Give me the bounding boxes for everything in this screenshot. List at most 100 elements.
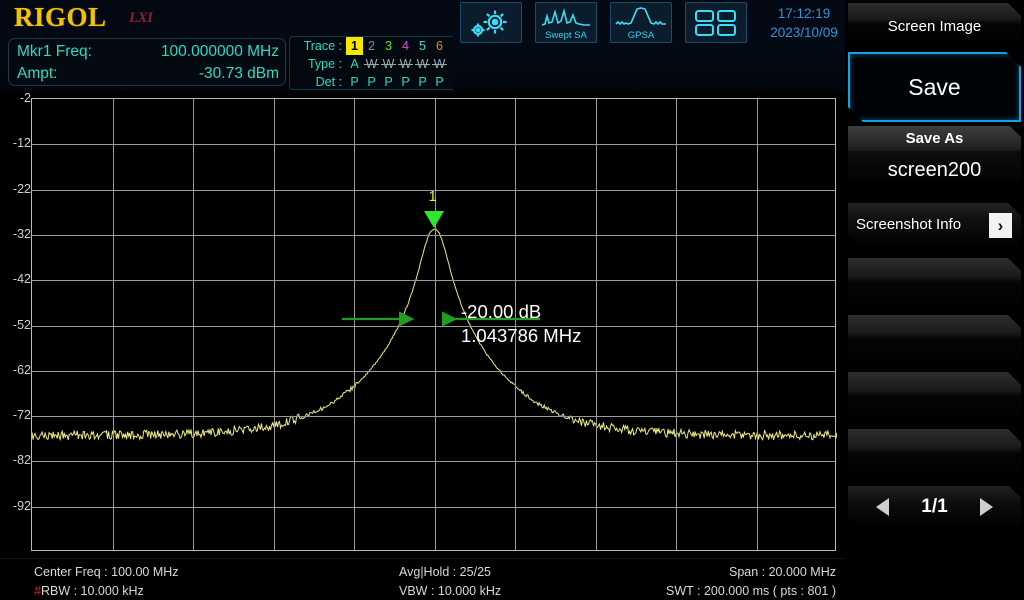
marker-freq-label: Mkr1 Freq:	[17, 41, 137, 63]
y-axis-tick-label: -82	[3, 454, 31, 466]
grid-vline	[274, 99, 275, 550]
y-axis-tick-label: -42	[3, 273, 31, 285]
center-freq-status: Center Freq : 100.00 MHz	[34, 562, 179, 582]
trace-number-3[interactable]: 3	[380, 37, 397, 55]
gpsa-label: GPSA	[611, 30, 671, 41]
swt-status: SWT : 200.000 ms ( pts : 801 )	[666, 581, 836, 600]
y-axis-tick-label: -52	[3, 319, 31, 331]
trace-number-5[interactable]: 5	[414, 37, 431, 55]
trace-type-2: W	[363, 55, 380, 73]
marker-ampt-label: Ampt:	[17, 63, 137, 85]
y-axis-tick-label: -62	[3, 364, 31, 376]
lxi-logo: LXI	[129, 10, 153, 27]
grid-hline	[32, 144, 835, 145]
trace-det-4: P	[397, 73, 414, 91]
trace-row: Trace : 123456	[290, 37, 454, 55]
settings-button[interactable]	[460, 2, 522, 43]
trace-det-2: P	[363, 73, 380, 91]
pager-page-number: 1/1	[848, 486, 1021, 528]
trace-det-values: PPPPPP	[346, 73, 454, 91]
softkey-screen-image[interactable]: Screen Image	[848, 3, 1021, 49]
save-as-group[interactable]: Save As screen200	[848, 126, 1021, 189]
clock-date: 2023/10/09	[760, 23, 848, 42]
marker-readout-panel[interactable]: Mkr1 Freq: 100.000000 MHz Ampt: -30.73 d…	[8, 38, 286, 86]
rigol-logo: RIGOL	[14, 2, 107, 33]
softkey-empty-3[interactable]	[848, 372, 1021, 425]
softkey-save-label: Save	[908, 74, 960, 101]
window-layout-button[interactable]	[685, 2, 747, 43]
trace-det-label: Det :	[290, 73, 342, 91]
vbw-status: VBW : 10.000 kHz	[399, 581, 501, 600]
spectrum-plot-area[interactable]: -2-12-22-32-42-52-62-72-82-92 dBm 1 -20.…	[0, 92, 845, 558]
header-bar: RIGOL LXI Mkr1 Freq: 100.000000 MHz Ampt…	[0, 0, 845, 92]
chevron-right-icon[interactable]	[980, 498, 993, 516]
clock: 17:12:19 2023/10/09	[760, 4, 848, 42]
softkey-sidebar: Screen Image Save Save As screen200 Scre…	[845, 0, 1024, 600]
trace-type-row: Type : AWWWWW	[290, 55, 454, 73]
trace-det-5: P	[414, 73, 431, 91]
swept-sa-icon	[541, 6, 591, 28]
softkey-screenshot-info-label: Screenshot Info	[856, 203, 961, 247]
softkey-empty-2[interactable]	[848, 315, 1021, 368]
rbw-status: #RBW : 10.000 kHz	[34, 581, 144, 600]
save-as-value[interactable]: screen200	[848, 151, 1021, 189]
y-axis-tick-label: -92	[3, 500, 31, 512]
marker-1-triangle-icon[interactable]	[424, 211, 444, 228]
trace-status-panel[interactable]: Trace : 123456 Type : AWWWWW Det : PPPPP…	[289, 36, 453, 90]
grid-vline	[193, 99, 194, 550]
grid-hline	[32, 235, 835, 236]
grid-vline	[676, 99, 677, 550]
grid-vline	[757, 99, 758, 550]
save-as-label: Save As	[848, 126, 1021, 151]
trace-number-6[interactable]: 6	[431, 37, 448, 55]
trace-type-values: AWWWWW	[346, 55, 454, 73]
bottom-status-bar: Center Freq : 100.00 MHz #RBW : 10.000 k…	[0, 558, 845, 600]
grid-hline	[32, 507, 835, 508]
trace-type-4: W	[397, 55, 414, 73]
grid-hline	[32, 461, 835, 462]
marker-freq-value: 100.000000 MHz	[133, 41, 279, 63]
trace-type-6: W	[431, 55, 448, 73]
trace-type-3: W	[380, 55, 397, 73]
softkey-pager[interactable]: 1/1	[848, 486, 1021, 528]
trace-det-6: P	[431, 73, 448, 91]
chevron-right-icon[interactable]: ›	[989, 213, 1012, 238]
y-axis-tick-label: -22	[3, 183, 31, 195]
gpsa-button[interactable]: GPSA	[610, 2, 672, 43]
trace-numbers[interactable]: 123456	[346, 37, 454, 55]
trace-type-1: A	[346, 55, 363, 73]
ndb-bandwidth-text: 1.043786 MHz	[461, 325, 581, 347]
y-axis-tick-label: -12	[3, 137, 31, 149]
trace-number-4[interactable]: 4	[397, 37, 414, 55]
softkey-screen-image-label: Screen Image	[888, 18, 981, 35]
swept-sa-button[interactable]: Swept SA	[535, 2, 597, 43]
grid-hline	[32, 371, 835, 372]
gpsa-icon	[615, 6, 667, 28]
rbw-manual-flag: #	[34, 584, 41, 598]
ndb-level-text: -20.00 dB	[461, 301, 541, 323]
trace-det-1: P	[346, 73, 363, 91]
grid-hline	[32, 280, 835, 281]
softkey-save[interactable]: Save	[848, 52, 1021, 122]
y-axis-tick-label: -72	[3, 409, 31, 421]
trace-number-1[interactable]: 1	[346, 37, 363, 55]
softkey-empty-4[interactable]	[848, 429, 1021, 482]
trace-det-row: Det : PPPPPP	[290, 73, 454, 91]
rbw-status-text: RBW : 10.000 kHz	[41, 584, 144, 598]
trace-number-2[interactable]: 2	[363, 37, 380, 55]
y-axis: -2-12-22-32-42-52-62-72-82-92	[0, 98, 31, 551]
avg-hold-status: Avg|Hold : 25/25	[399, 562, 491, 582]
settings-gears-icon	[468, 7, 514, 41]
marker-ampt-value: -30.73 dBm	[133, 63, 279, 85]
marker-1-number: 1	[429, 188, 437, 205]
trace-type-5: W	[414, 55, 431, 73]
window-tiles-icon	[695, 10, 737, 36]
clock-time: 17:12:19	[760, 4, 848, 23]
y-axis-tick-label: -32	[3, 228, 31, 240]
softkey-empty-1[interactable]	[848, 258, 1021, 311]
grid-hline	[32, 416, 835, 417]
softkey-screenshot-info[interactable]: Screenshot Info ›	[848, 203, 1021, 247]
trace-type-label: Type :	[290, 55, 342, 73]
grid-vline	[113, 99, 114, 550]
span-status: Span : 20.000 MHz	[729, 562, 836, 582]
